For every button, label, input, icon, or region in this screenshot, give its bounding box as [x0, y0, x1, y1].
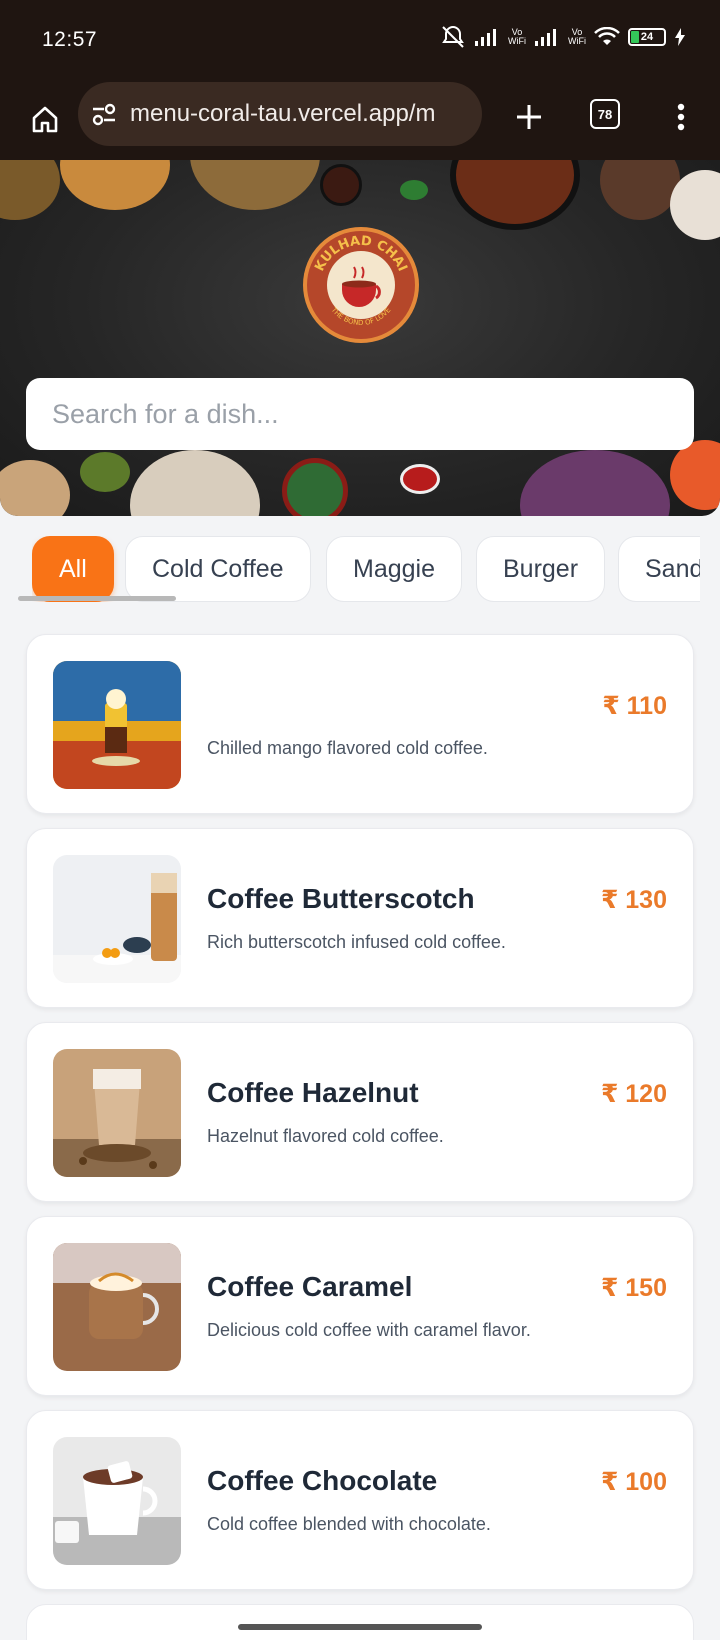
- more-vert-icon: [677, 103, 685, 131]
- signal-icon: [535, 29, 556, 46]
- food-decoration: [190, 160, 320, 210]
- menu-item-card[interactable]: Coffee Butterscotch Rich butterscotch in…: [26, 828, 694, 1008]
- menu-item-image: [53, 855, 181, 983]
- food-decoration: [450, 160, 580, 230]
- menu-item-card[interactable]: Chilled mango flavored cold coffee. ₹ 11…: [26, 634, 694, 814]
- url-text[interactable]: menu-coral-tau.vercel.app/m: [130, 100, 435, 128]
- food-decoration: [670, 440, 720, 510]
- category-chip-cold-coffee[interactable]: Cold Coffee: [125, 536, 311, 602]
- menu-item-name: Coffee Butterscotch: [207, 883, 475, 914]
- menu-item-description: Cold coffee blended with chocolate.: [207, 1514, 491, 1534]
- browser-toolbar: menu-coral-tau.vercel.app/m 78: [0, 80, 720, 160]
- menu-item-name: Coffee Caramel: [207, 1271, 413, 1302]
- food-decoration: [320, 164, 362, 206]
- menu-item-price: ₹ 110: [602, 692, 667, 720]
- food-decoration: [600, 160, 680, 220]
- food-decoration: [400, 464, 440, 494]
- more-menu-button[interactable]: [666, 94, 696, 140]
- home-icon: [32, 106, 58, 133]
- brand-logo: KULHAD CHAI THE BOND OF LOVE: [303, 227, 419, 343]
- address-bar[interactable]: menu-coral-tau.vercel.app/m: [78, 82, 482, 146]
- new-tab-button[interactable]: [506, 94, 552, 140]
- home-gesture-bar[interactable]: [238, 1624, 482, 1630]
- plus-icon: [517, 105, 541, 129]
- search-input[interactable]: [26, 378, 694, 450]
- category-chip-burger[interactable]: Burger: [476, 536, 606, 602]
- site-settings-icon[interactable]: [90, 100, 118, 128]
- menu-item-card[interactable]: Coffee Hazelnut Hazelnut flavored cold c…: [26, 1022, 694, 1202]
- charging-icon: [675, 28, 685, 46]
- hero-banner: KULHAD CHAI THE BOND OF LOVE: [0, 160, 720, 516]
- category-scroll-indicator: [18, 596, 176, 601]
- menu-item-price: ₹ 120: [600, 1080, 667, 1108]
- menu-item-card[interactable]: Coffee Chocolate Cold coffee blended wit…: [26, 1410, 694, 1590]
- menu-item-card[interactable]: Coffee Caramel Delicious cold coffee wit…: [26, 1216, 694, 1396]
- menu-item-description: Hazelnut flavored cold coffee.: [207, 1126, 444, 1146]
- menu-item-price: ₹ 150: [600, 1274, 667, 1302]
- food-decoration: [60, 160, 170, 210]
- category-chip-sandwich[interactable]: Sand: [618, 536, 700, 602]
- menu-item-image: [53, 1049, 181, 1177]
- menu-item-image: [53, 661, 181, 789]
- food-decoration: [282, 458, 348, 516]
- status-time: 12:57: [42, 28, 98, 51]
- category-chip-all[interactable]: All: [32, 536, 114, 602]
- food-decoration: [520, 450, 670, 516]
- status-icons: Vo WiFi Vo WiFi 24: [440, 24, 686, 50]
- menu-item-price: ₹ 130: [600, 886, 667, 914]
- home-button[interactable]: [22, 96, 68, 142]
- category-chip-maggie[interactable]: Maggie: [326, 536, 462, 602]
- menu-item-image: [53, 1243, 181, 1371]
- menu-item-description: Chilled mango flavored cold coffee.: [207, 738, 488, 758]
- menu-item-name: Coffee Chocolate: [207, 1465, 438, 1496]
- menu-item-description: Delicious cold coffee with caramel flavo…: [207, 1320, 531, 1340]
- status-bar: 12:57 Vo WiFi Vo WiFi 24: [0, 0, 720, 80]
- vowifi-label: Vo WiFi: [568, 27, 586, 46]
- food-decoration: [0, 460, 70, 516]
- tab-switcher-button[interactable]: 78: [590, 99, 620, 129]
- category-tabs: All Cold Coffee Maggie Burger Sand: [32, 536, 700, 602]
- menu-item-image: [53, 1437, 181, 1565]
- menu-item-description: Rich butterscotch infused cold coffee.: [207, 932, 506, 952]
- wifi-icon: [594, 27, 620, 45]
- menu-item-price: ₹ 100: [600, 1468, 667, 1496]
- food-decoration: [80, 452, 130, 492]
- food-decoration: [130, 450, 260, 516]
- menu-item-name: Coffee Hazelnut: [207, 1077, 419, 1108]
- battery-icon: 24: [628, 28, 666, 46]
- mute-icon: [442, 25, 464, 48]
- menu-item-card[interactable]: [26, 1604, 694, 1640]
- food-decoration: [400, 180, 428, 200]
- vowifi-label: Vo WiFi: [508, 27, 526, 46]
- signal-icon: [475, 29, 496, 46]
- food-decoration: [0, 160, 60, 220]
